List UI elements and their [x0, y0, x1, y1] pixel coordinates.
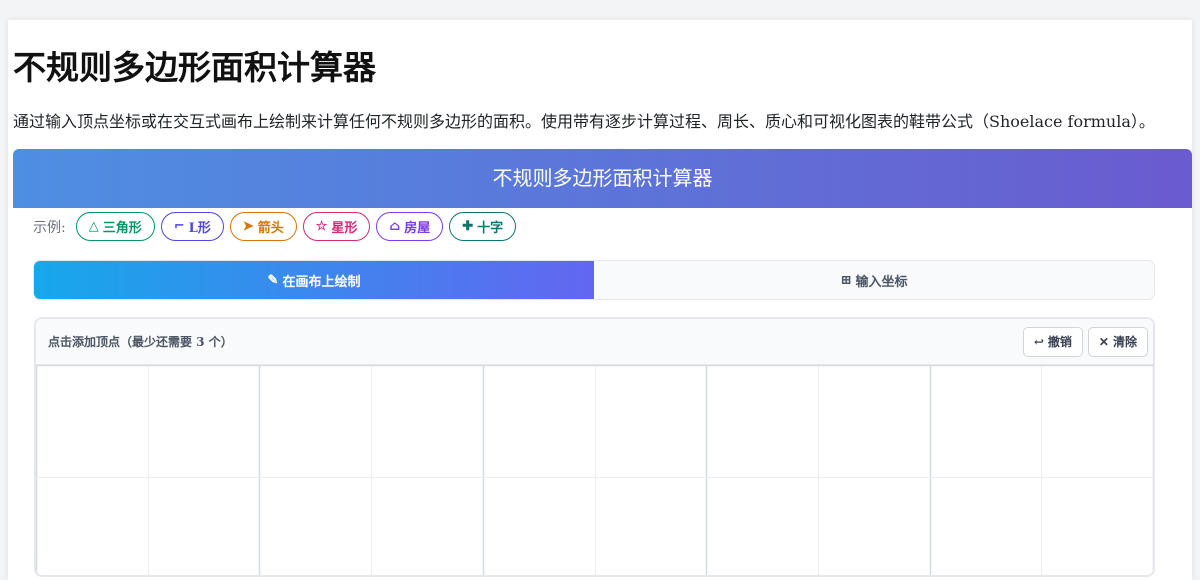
- example-label: 箭头: [257, 221, 284, 236]
- calculator-header: 不规则多边形面积计算器: [13, 149, 1192, 208]
- example-star-button[interactable]: ☆ 星形: [302, 212, 371, 241]
- canvas-actions: ↩ 撤销 ✕ 清除: [1018, 326, 1148, 357]
- example-l-shape-button[interactable]: ⌐ L形: [160, 212, 224, 241]
- example-cross-button[interactable]: ✚ 十字: [449, 212, 517, 241]
- examples-bar: 示例: △ 三角形 ⌐ L形 ➤ 箭头 ☆ 星形 ⌂ 房屋 ✚ 十字: [33, 211, 522, 242]
- clear-button[interactable]: ✕ 清除: [1087, 326, 1148, 357]
- cross-icon: ✚: [462, 219, 474, 234]
- example-house-button[interactable]: ⌂ 房屋: [376, 212, 444, 241]
- example-label: 房屋: [404, 221, 431, 236]
- example-triangle-button[interactable]: △ 三角形: [75, 212, 155, 241]
- undo-icon: ↩: [1033, 334, 1044, 349]
- canvas-hint: 点击添加顶点（最少还需要 3 个）: [48, 335, 233, 349]
- grid-icon: ⊞: [840, 272, 852, 288]
- pencil-icon: ✎: [267, 272, 279, 288]
- tab-label: 输入坐标: [855, 274, 908, 290]
- drawing-panel: 点击添加顶点（最少还需要 3 个） ↩ 撤销 ✕ 清除: [34, 317, 1155, 577]
- undo-button[interactable]: ↩ 撤销: [1022, 326, 1083, 357]
- clear-label: 清除: [1112, 335, 1137, 349]
- mode-tabs: ✎ 在画布上绘制 ⊞ 输入坐标: [33, 260, 1155, 300]
- tab-draw-on-canvas[interactable]: ✎ 在画布上绘制: [34, 261, 594, 299]
- house-icon: ⌂: [389, 219, 401, 234]
- example-label: 三角形: [102, 221, 142, 236]
- star-icon: ☆: [315, 219, 328, 234]
- example-label: 星形: [331, 221, 358, 236]
- example-arrow-button[interactable]: ➤ 箭头: [229, 212, 297, 241]
- drawing-canvas[interactable]: [36, 365, 1153, 575]
- examples-label: 示例:: [33, 219, 66, 236]
- canvas-grid: [36, 365, 1153, 575]
- example-label: L形: [188, 221, 211, 236]
- undo-label: 撤销: [1047, 335, 1072, 349]
- page-title: 不规则多边形面积计算器: [13, 48, 376, 87]
- page-description: 通过输入顶点坐标或在交互式画布上绘制来计算任何不规则多边形的面积。使用带有逐步计…: [13, 112, 1155, 131]
- l-shape-icon: ⌐: [173, 219, 185, 234]
- clear-icon: ✕: [1098, 334, 1109, 349]
- canvas-toolbar: 点击添加顶点（最少还需要 3 个） ↩ 撤销 ✕ 清除: [36, 319, 1153, 365]
- tab-enter-coordinates[interactable]: ⊞ 输入坐标: [594, 261, 1154, 299]
- example-label: 十字: [477, 221, 504, 236]
- triangle-icon: △: [88, 219, 99, 234]
- tab-label: 在画布上绘制: [282, 274, 361, 290]
- arrow-icon: ➤: [242, 219, 254, 234]
